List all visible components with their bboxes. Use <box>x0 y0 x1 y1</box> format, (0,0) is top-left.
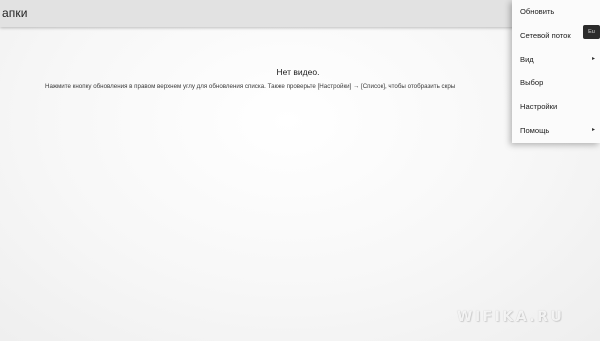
menu-item-label: Сетевой поток <box>520 30 571 40</box>
page-title: апки <box>2 6 28 20</box>
menu-item-select[interactable]: Выбор <box>512 71 600 95</box>
video-list-area: Нет видео. Нажмите кнопку обновления в п… <box>0 27 600 341</box>
chevron-right-icon: ▸ <box>591 55 595 62</box>
menu-item-label: Выбор <box>520 78 544 88</box>
chevron-right-icon: ▸ <box>591 126 595 133</box>
menu-item-view[interactable]: Вид ▸ <box>512 48 600 72</box>
menu-item-label: Помощь <box>520 125 550 135</box>
menu-item-label: Обновить <box>520 7 555 16</box>
menu-item-label: Вид <box>520 54 534 64</box>
menu-item-label: Настройки <box>520 102 558 112</box>
empty-state-title: Нет видео. <box>276 67 320 77</box>
app-title-bar: апки <box>0 0 600 27</box>
overflow-menu: Обновить Сетевой поток Вид ▸ Выбор Настр… <box>512 0 600 143</box>
watermark-logo: WIFIKA.RU <box>457 309 565 325</box>
empty-state-hint: Нажмите кнопку обновления в правом верхн… <box>45 83 456 90</box>
tooltip-chip: Eu <box>583 25 600 39</box>
menu-item-help[interactable]: Помощь ▸ <box>512 119 600 143</box>
menu-item-refresh[interactable]: Обновить <box>512 0 600 24</box>
menu-item-settings[interactable]: Настройки <box>512 95 600 119</box>
